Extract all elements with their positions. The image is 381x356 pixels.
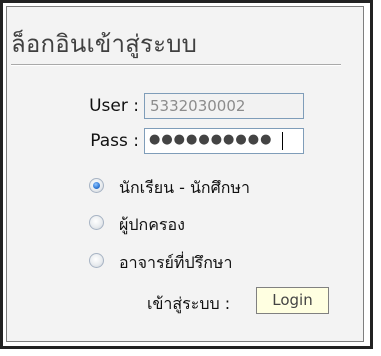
role-radio-student[interactable] — [89, 178, 104, 193]
title-divider — [11, 64, 341, 66]
user-label: User : — [89, 96, 139, 116]
form-title: ล็อกอินเข้าสู่ระบบ — [11, 30, 198, 58]
role-label-advisor[interactable]: อาจารย์ที่ปรึกษา — [119, 251, 232, 276]
role-label-student[interactable]: นักเรียน - นักศึกษา — [119, 176, 250, 201]
role-label-parent[interactable]: ผู้ปกครอง — [119, 213, 185, 238]
login-button[interactable]: Login — [256, 287, 329, 314]
text-caret — [282, 132, 283, 150]
user-input[interactable]: 5332030002 — [144, 93, 304, 119]
role-radio-advisor[interactable] — [89, 253, 104, 268]
enter-label: เข้าสู่ระบบ : — [147, 294, 231, 313]
pass-label: Pass : — [90, 131, 139, 151]
role-radio-parent[interactable] — [89, 215, 104, 230]
password-input[interactable]: ●●●●●●●●●● — [144, 128, 304, 154]
